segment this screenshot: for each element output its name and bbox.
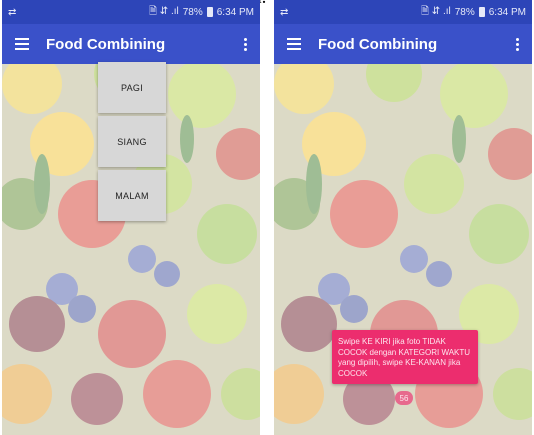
- app-title: Food Combining: [318, 35, 438, 53]
- phone-screen-swipe-hint: ⇄ 🗎 ⇵ .ıl 78% 6:34 PM Food Combining Swi…: [274, 0, 532, 435]
- swipe-instruction-toast: Swipe KE KIRI jika foto TIDAK COCOK deng…: [332, 330, 478, 384]
- signal-icons: 🗎 ⇵ .ıl: [420, 5, 451, 17]
- notification-icon: ⇄: [8, 6, 17, 18]
- app-bar: Food Combining: [2, 24, 260, 64]
- siang-button[interactable]: SIANG: [98, 116, 166, 167]
- status-bar: ⇄ 🗎 ⇵ .ıl 78% 6:34 PM: [274, 0, 532, 24]
- clock: 6:34 PM: [488, 6, 526, 18]
- status-bar: ⇄ 🗎 ⇵ .ıl 78% 6:34 PM: [2, 0, 260, 24]
- signal-icons: 🗎 ⇵ .ıl: [148, 5, 179, 17]
- battery-icon: [478, 7, 485, 17]
- battery-icon: [206, 7, 213, 17]
- menu-icon[interactable]: [274, 24, 314, 64]
- pagi-button[interactable]: PAGI: [98, 62, 166, 113]
- battery-percent: 78%: [454, 6, 475, 18]
- more-vert-icon[interactable]: [502, 24, 532, 64]
- phone-screen-time-menu: ⇄ 🗎 ⇵ .ıl 78% 6:34 PM Food Combining PAG…: [2, 0, 260, 435]
- clock: 6:34 PM: [216, 6, 254, 18]
- battery-percent: 78%: [182, 6, 203, 18]
- app-bar: Food Combining: [274, 24, 532, 64]
- more-vert-icon[interactable]: [230, 24, 260, 64]
- malam-button[interactable]: MALAM: [98, 170, 166, 221]
- menu-icon[interactable]: [2, 24, 42, 64]
- notification-icon: ⇄: [280, 6, 289, 18]
- app-title: Food Combining: [46, 35, 166, 53]
- time-category-menu: PAGI SIANG MALAM: [98, 62, 166, 224]
- page-counter-badge: 56: [395, 391, 413, 405]
